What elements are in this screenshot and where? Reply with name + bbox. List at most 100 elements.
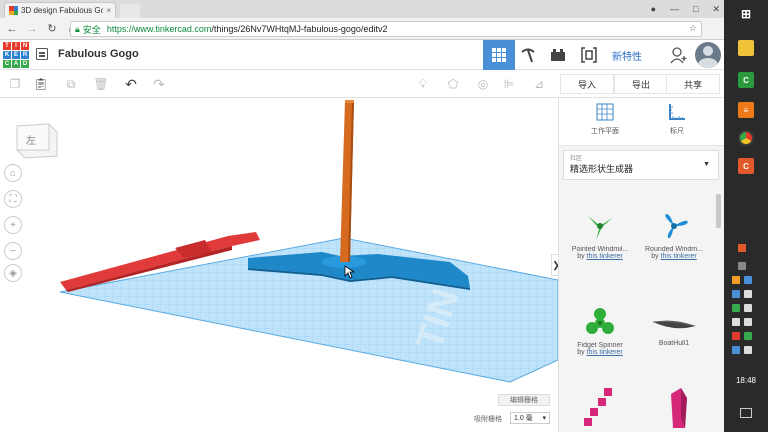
add-user-icon[interactable] (670, 46, 688, 66)
recorder-app-icon[interactable]: C (738, 158, 754, 174)
grid-icon (492, 48, 506, 62)
browser-tab[interactable]: 3D design Fabulous Go × (4, 2, 116, 18)
perspective-icon[interactable]: ◈ (4, 264, 22, 282)
orange-pole-part[interactable] (340, 100, 354, 262)
design-list-icon[interactable] (36, 48, 48, 60)
lock-icon: 🔒︎ (75, 23, 80, 34)
sticky-app-icon[interactable]: ≡ (738, 102, 754, 118)
shape-author-link[interactable]: this tinkerer (587, 253, 623, 260)
grid-view-button[interactable] (483, 40, 515, 70)
chrome-icon[interactable] (738, 130, 754, 146)
zoom-in-icon[interactable]: + (4, 216, 22, 234)
category-key: 社区 (570, 156, 583, 162)
home-view-icon[interactable]: ⌂ (4, 164, 22, 182)
windows-start-icon[interactable]: ⊞ (738, 6, 754, 22)
shape-item-pointed-windmill[interactable]: Pointed Windmil... by this tinkerer (565, 208, 635, 260)
dropdown-caret-icon: ▼ (703, 161, 710, 168)
copy-icon[interactable]: ❐ (6, 75, 24, 93)
pointed-windmill-thumbnail (588, 216, 612, 240)
taskbar-clock[interactable]: 18:48 (724, 376, 768, 385)
view-cube[interactable] (13, 120, 59, 160)
light-bulb-icon[interactable]: 💡︎ (414, 75, 432, 93)
forward-icon[interactable]: → (24, 23, 40, 35)
camtasia-icon[interactable]: C (738, 72, 754, 88)
undo-icon[interactable]: ↶ (122, 75, 140, 93)
shape-item-boathull[interactable]: BoatHull1 (639, 308, 709, 347)
tray-alert-icon[interactable] (732, 332, 740, 340)
minimize-icon[interactable]: — (670, 4, 679, 14)
tray-battery-icon[interactable] (732, 318, 740, 326)
sidebar-scrollbar[interactable] (716, 194, 721, 228)
zoom-out-icon[interactable]: − (4, 242, 22, 260)
rounded-windmill-thumbnail (665, 214, 688, 239)
tray-bluetooth-icon[interactable] (732, 290, 740, 298)
import-button[interactable]: 导入 (560, 74, 614, 94)
export-button[interactable]: 导出 (614, 74, 668, 94)
notifications-icon[interactable] (740, 408, 752, 418)
delete-icon[interactable]: 🗑︎ (92, 75, 110, 93)
edit-grid-button[interactable]: 编辑栅格 (498, 394, 550, 406)
shape-category-select[interactable]: 社区 精选形状生成器 ▼ (563, 150, 719, 180)
tray-key-icon[interactable] (732, 276, 740, 284)
tray-shield-icon[interactable] (744, 332, 752, 340)
shape-by-label: by (577, 349, 585, 356)
duplicate-icon[interactable]: ⧉ (62, 75, 80, 93)
shape-item-pink-blocks[interactable] (565, 388, 635, 430)
tray-ime-icon[interactable] (744, 346, 752, 354)
new-features-link[interactable]: 新特性 (612, 48, 642, 63)
tab-close-icon[interactable]: × (106, 6, 111, 15)
user-avatar[interactable] (695, 42, 721, 68)
pickaxe-button[interactable] (512, 40, 544, 70)
file-explorer-icon[interactable] (738, 40, 754, 56)
workplane-canvas[interactable]: TIN (0, 98, 558, 432)
wifi-icon[interactable] (738, 262, 746, 270)
maximize-icon[interactable]: □ (693, 4, 698, 14)
tray-security-icon[interactable] (732, 304, 740, 312)
bricks-button[interactable] (542, 40, 574, 70)
profile-icon[interactable]: ● (651, 4, 656, 14)
tab-title: 3D design Fabulous Go (21, 6, 104, 15)
app-header: TIN KER CAD Fabulous Gogo 新特性 (0, 40, 724, 70)
fit-view-icon[interactable]: ⛶ (4, 190, 22, 208)
mirror-icon[interactable]: ⊿ (530, 75, 548, 93)
ungroup-icon[interactable]: ◎ (474, 75, 492, 93)
tinkercad-logo[interactable]: TIN KER CAD (3, 42, 29, 68)
3d-workspace[interactable]: TIN 左 ⌂ ⛶ + − ◈ 编辑栅格 吸附栅格 1.0 毫 ▾ (0, 98, 558, 432)
close-window-icon[interactable]: ✕ (712, 4, 720, 15)
edit-toolbar: ❐ 📋︎ ⧉ 🗑︎ ↶ ↷ 💡︎ ⬠ ◎ ⊫ ⊿ 导入 导出 共享 (0, 70, 724, 98)
share-button[interactable]: 共享 (666, 74, 720, 94)
shape-item-pink-column[interactable] (643, 388, 713, 430)
collapse-panel-button[interactable]: ❯ (551, 254, 558, 276)
bookmark-star-icon[interactable]: ☆ (689, 23, 697, 34)
ruler-icon (669, 104, 685, 120)
new-tab-button[interactable] (120, 4, 140, 18)
codeblocks-button[interactable] (573, 40, 605, 70)
tray-app-icon[interactable] (738, 244, 746, 252)
align-icon[interactable]: ⊫ (500, 75, 518, 93)
shape-item-fidget-spinner[interactable]: Fidget Spinner by this tinkerer (565, 304, 635, 356)
back-icon[interactable]: ← (4, 23, 20, 35)
shape-name: BoatHull1 (658, 340, 690, 347)
redo-icon[interactable]: ↷ (150, 75, 168, 93)
shapes-sidebar: 工作平面 标尺 社区 精选形状生成器 ▼ Pointed Windmil... … (558, 98, 724, 432)
reload-icon[interactable]: ↻ (44, 22, 60, 35)
shape-group-icon[interactable]: ⬠ (444, 75, 462, 93)
snap-grid-select[interactable]: 1.0 毫 ▾ (510, 412, 550, 424)
view-cube-face-label[interactable]: 左 (26, 132, 36, 147)
workplane-tool[interactable]: 工作平面 (575, 102, 635, 136)
sidebar-tools: 工作平面 标尺 (559, 98, 724, 146)
shape-item-rounded-windmill[interactable]: Rounded Windm... by this tinkerer (639, 208, 709, 260)
tray-display-icon[interactable] (744, 304, 752, 312)
tray-cloud-icon[interactable] (732, 346, 740, 354)
volume-icon[interactable] (744, 318, 752, 326)
tray-usb-icon[interactable] (744, 290, 752, 298)
shape-author-link[interactable]: this tinkerer (661, 253, 697, 260)
ruler-tool[interactable]: 标尺 (647, 102, 707, 136)
shape-by-label: by (577, 253, 585, 260)
paste-icon[interactable]: 📋︎ (32, 75, 50, 93)
tray-network-icon[interactable] (744, 276, 752, 284)
shape-author-link[interactable]: this tinkerer (587, 349, 623, 356)
url-input[interactable]: 🔒︎ 安全 https://www.tinkercad.com/things/2… (70, 21, 702, 37)
shape-name: Pointed Windmil... (571, 246, 629, 253)
design-title[interactable]: Fabulous Gogo (58, 48, 139, 60)
